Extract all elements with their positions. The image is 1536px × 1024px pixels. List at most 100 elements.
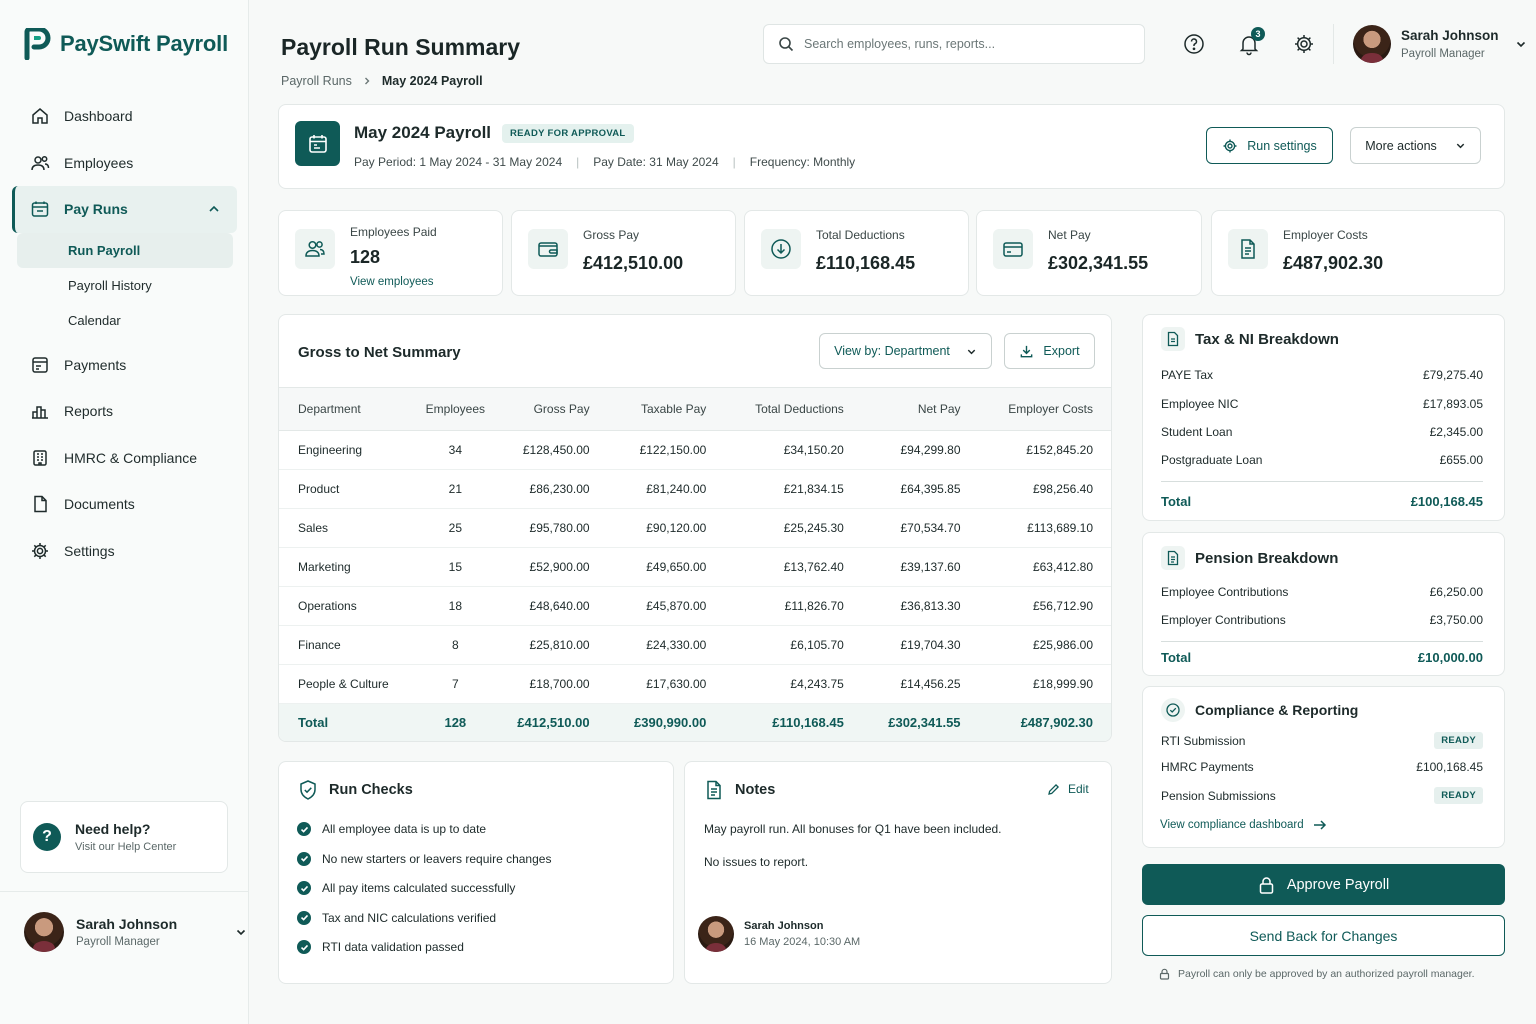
cell-employer-costs: £25,986.00 [980, 625, 1111, 665]
row-label: Employer Contributions [1161, 613, 1286, 627]
payroll-run-header: May 2024 Payroll READY FOR APPROVAL Pay … [278, 104, 1505, 189]
column-header[interactable]: Employer Costs [980, 387, 1111, 431]
view-employees-link[interactable]: View employees [350, 276, 434, 288]
export-button[interactable]: Export [1004, 333, 1095, 369]
check-label: RTI data validation passed [322, 940, 464, 954]
sidebar-item-label: Employees [64, 154, 134, 171]
column-header[interactable]: Gross Pay [492, 387, 610, 431]
search-input[interactable] [804, 37, 1124, 51]
cell-employees: 25 [417, 508, 493, 548]
stat-label: Net Pay [1048, 228, 1091, 242]
main-nav: Dashboard Employees Pay Runs Run Payroll… [12, 93, 237, 574]
edit-notes-button[interactable]: Edit [1047, 782, 1089, 796]
cell-employer-costs: £152,845.20 [980, 430, 1111, 470]
check-item: All pay items calculated successfully [297, 881, 515, 895]
column-header[interactable]: Net Pay [863, 387, 981, 431]
sidebar-item-documents[interactable]: Documents [12, 481, 237, 528]
column-header[interactable]: Taxable Pay [609, 387, 727, 431]
brand-name: PaySwift Payroll [60, 31, 228, 56]
table-row[interactable]: Product 21 £86,230.00 £81,240.00 £21,834.15 £… [279, 469, 1111, 509]
approve-label: Approve Payroll [1286, 876, 1390, 893]
table-row[interactable]: People & Culture 7 £18,700.00 £17,630.00 £4,… [279, 664, 1111, 704]
compliance-reporting: Compliance & Reporting RTI Submission REA… [1142, 686, 1505, 848]
cell-taxable-pay: £122,150.00 [609, 430, 727, 470]
export-label: Export [1043, 344, 1080, 358]
total-value: £100,168.45 [1410, 494, 1483, 509]
help-circle-icon[interactable] [1182, 32, 1206, 56]
column-header[interactable]: Department [279, 387, 418, 431]
approve-payroll-button[interactable]: Approve Payroll [1142, 864, 1505, 905]
view-compliance-dashboard-link[interactable]: View compliance dashboard [1160, 819, 1327, 831]
total-department: Total [279, 703, 418, 741]
card-icon [993, 229, 1033, 269]
column-header[interactable]: Total Deductions [726, 387, 864, 431]
table-row[interactable]: Sales 25 £95,780.00 £90,120.00 £25,245.30 £70… [279, 508, 1111, 548]
payruns-icon [31, 201, 49, 217]
user-name: Sarah Johnson [1401, 28, 1499, 43]
breadcrumb-link[interactable]: Payroll Runs [281, 74, 352, 88]
section-title: Notes [735, 782, 776, 798]
run-settings-button[interactable]: Run settings [1206, 127, 1333, 164]
hmrc-payments-row: HMRC Payments £100,168.45 [1161, 760, 1483, 774]
check-circle-icon [297, 822, 311, 836]
chevron-up-icon[interactable] [207, 202, 221, 216]
wallet-icon [528, 229, 568, 269]
check-label: No new starters or leavers require chang… [322, 851, 552, 866]
help-center-card[interactable]: ? Need help? Visit our Help Center [20, 801, 228, 873]
table-row[interactable]: Finance 8 £25,810.00 £24,330.00 £6,105.70 £19… [279, 625, 1111, 665]
sidebar: PaySwift Payroll Dashboard Employees Pay… [0, 0, 249, 1024]
settings-gear-icon[interactable] [1292, 32, 1316, 56]
download-circle-icon [761, 229, 801, 269]
chevron-down-icon[interactable] [235, 926, 247, 938]
stat-employees-paid: Employees Paid 128 View employees [278, 210, 503, 296]
tax-row-postgraduate-loan: Postgraduate Loan £655.00 [1161, 453, 1483, 467]
cell-department: Operations [279, 586, 418, 626]
search-icon [779, 37, 794, 52]
stat-net-pay: Net Pay £302,341.55 [976, 210, 1202, 296]
sidebar-item-dashboard[interactable]: Dashboard [12, 93, 237, 140]
stat-value: £110,168.45 [816, 253, 916, 273]
view-by-dropdown[interactable]: View by: Department [819, 333, 992, 369]
cell-department: Sales [279, 508, 418, 548]
notes-card: Notes Edit May payroll run. All bonuses … [684, 761, 1112, 984]
sidebar-user-menu[interactable]: Sarah Johnson Payroll Manager [0, 891, 249, 971]
more-actions-dropdown[interactable]: More actions [1350, 127, 1481, 164]
header-divider [1333, 24, 1334, 64]
avatar [24, 911, 64, 952]
help-subtitle[interactable]: Visit our Help Center [75, 841, 176, 853]
row-label: Employee NIC [1161, 397, 1239, 411]
row-value: £100,168.45 [1416, 760, 1483, 774]
sidebar-item-settings[interactable]: Settings [12, 528, 237, 575]
sidebar-item-label: Documents [64, 496, 135, 513]
pension-document-icon [1161, 546, 1185, 570]
header-user-menu[interactable]: Sarah Johnson Payroll Manager [1353, 25, 1527, 63]
send-back-button[interactable]: Send Back for Changes [1142, 915, 1505, 956]
column-header[interactable]: Employees [417, 387, 493, 431]
run-checks: Run Checks All employee data is up to da… [278, 761, 674, 984]
table-row[interactable]: Marketing 15 £52,900.00 £49,650.00 £13,762.4… [279, 547, 1111, 587]
table-row[interactable]: Operations 18 £48,640.00 £45,870.00 £11,826.… [279, 586, 1111, 626]
sidebar-subitem-calendar[interactable]: Calendar [17, 303, 233, 338]
gross-to-net-summary: Gross to Net Summary View by: Department… [278, 314, 1112, 742]
document-icon [34, 496, 47, 513]
table-row[interactable]: Engineering 34 £128,450.00 £122,150.00 £34,1… [279, 430, 1111, 470]
user-role: Payroll Manager [76, 935, 160, 948]
sidebar-item-hmrc-compliance[interactable]: HMRC & Compliance [12, 435, 237, 482]
stat-label: Employees Paid [350, 225, 437, 239]
sidebar-item-pay-runs[interactable]: Pay Runs [12, 186, 237, 233]
global-search[interactable] [763, 24, 1145, 64]
sidebar-item-payments[interactable]: Payments [12, 342, 237, 389]
chevron-down-icon[interactable] [1515, 38, 1527, 50]
row-label: RTI Submission [1161, 733, 1246, 748]
users-icon [31, 155, 50, 170]
sidebar-item-employees[interactable]: Employees [12, 140, 237, 187]
sidebar-subitem-payroll-history[interactable]: Payroll History [17, 268, 233, 303]
cell-total-deductions: £34,150.20 [726, 430, 864, 470]
author-name: Sarah Johnson [744, 920, 824, 932]
sidebar-item-reports[interactable]: Reports [12, 388, 237, 435]
cell-department: Engineering [279, 430, 418, 470]
brand-logo[interactable]: PaySwift Payroll [24, 28, 228, 60]
gross-to-net-table: Department Employees Gross Pay Taxable P… [279, 387, 1111, 741]
sidebar-subitem-run-payroll[interactable]: Run Payroll [17, 232, 233, 268]
check-circle-icon [297, 940, 311, 954]
